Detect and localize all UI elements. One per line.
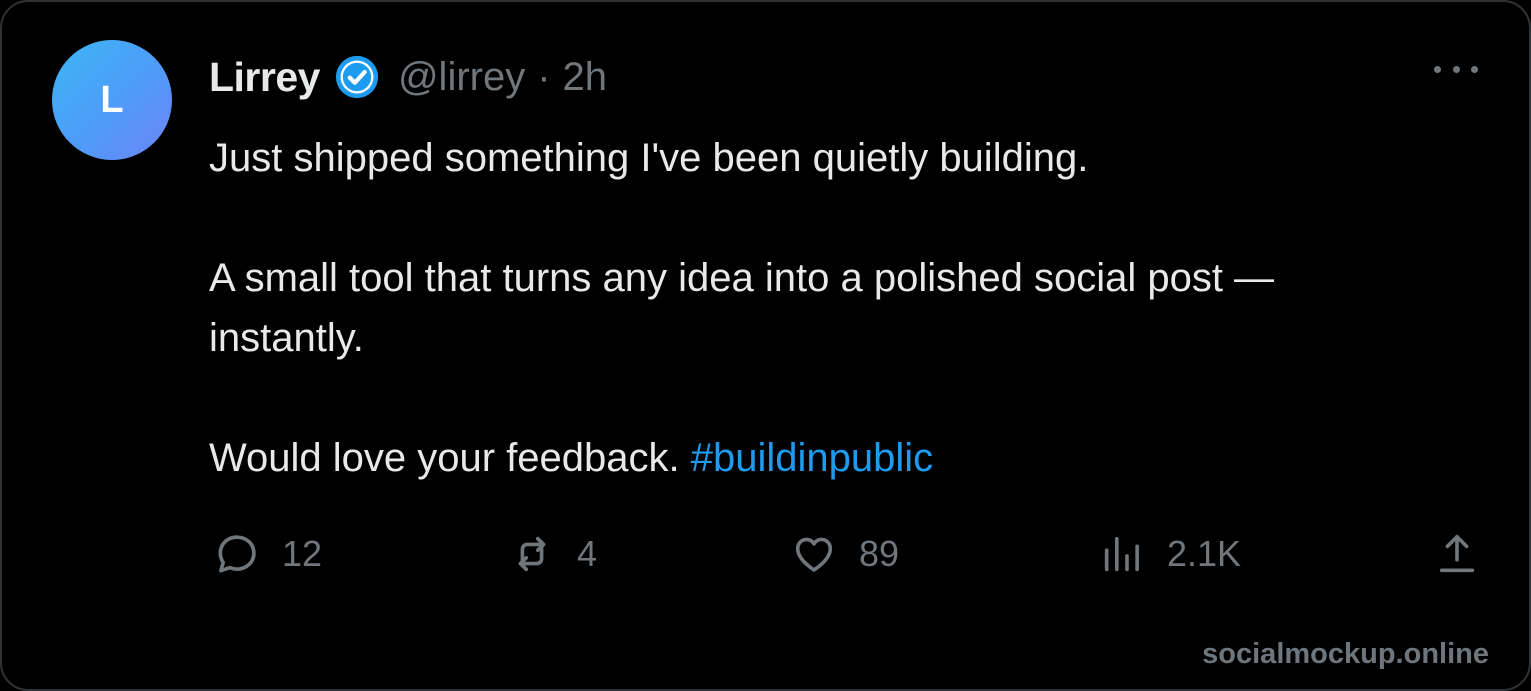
post-text-fragment: Would love your feedback. (209, 436, 680, 480)
post-text-line: Would love your feedback. #buildinpublic (209, 428, 1499, 488)
views-button[interactable]: 2.1K (1099, 524, 1241, 584)
hashtag-link[interactable]: #buildinpublic (691, 436, 933, 480)
post-header: Lirrey @lirrey · 2h (209, 52, 607, 102)
post-text-line: instantly. (209, 316, 364, 360)
repost-button[interactable]: 4 (509, 524, 597, 584)
repost-count: 4 (577, 533, 598, 574)
like-button[interactable]: 89 (791, 524, 899, 584)
post-text-line: Just shipped something I've been quietly… (209, 136, 1089, 180)
post-body: Just shipped something I've been quietly… (209, 128, 1499, 488)
share-upload-icon (1434, 531, 1480, 577)
action-bar: 12 4 89 2.1K (2, 524, 1529, 584)
verified-badge-icon (334, 54, 380, 100)
avatar[interactable]: L (52, 40, 172, 160)
watermark: socialmockup.online (1202, 638, 1489, 670)
views-chart-icon (1099, 531, 1145, 577)
reply-count: 12 (282, 533, 323, 574)
heart-icon (791, 531, 837, 577)
repost-icon (509, 531, 555, 577)
views-count: 2.1K (1167, 533, 1242, 574)
post-card[interactable]: L Lirrey @lirrey · 2h Just shipped somet… (0, 0, 1531, 691)
separator-dot: · (537, 54, 551, 99)
reply-button[interactable]: 12 (214, 524, 322, 584)
display-name[interactable]: Lirrey (209, 54, 320, 101)
like-count: 89 (859, 533, 900, 574)
more-horizontal-icon[interactable] (1434, 54, 1478, 84)
post-timestamp[interactable]: 2h (563, 55, 608, 100)
avatar-initial: L (100, 78, 124, 121)
share-button[interactable] (1434, 524, 1480, 584)
post-text-line: A small tool that turns any idea into a … (209, 256, 1275, 300)
reply-icon (214, 531, 260, 577)
user-handle[interactable]: @lirrey (398, 55, 525, 100)
